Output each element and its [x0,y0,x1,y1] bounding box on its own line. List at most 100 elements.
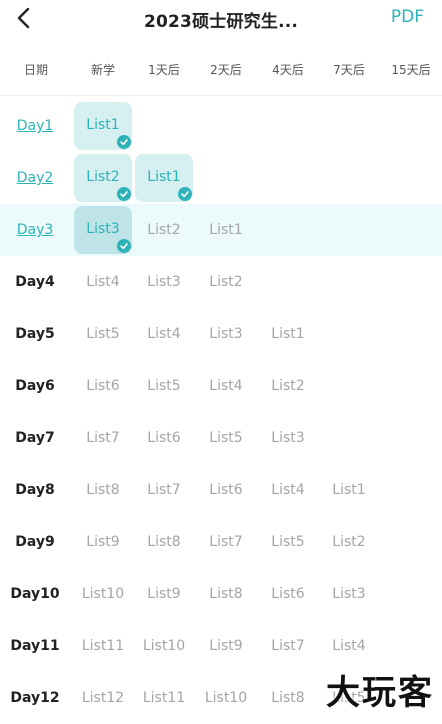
list-cell[interactable]: List12 [73,672,133,724]
list-cell[interactable]: List3 [73,204,133,256]
list-cell[interactable]: List5 [196,412,256,464]
list-label: List1 [209,222,243,238]
column-header-15days: 15天后 [391,63,431,77]
page-title: 2023硕士研究生... [143,12,299,32]
list-label: List8 [86,482,120,498]
list-label: List3 [271,430,305,446]
list-label: List5 [86,326,120,342]
list-label: List3 [86,221,120,237]
list-cell[interactable]: List8 [134,516,194,568]
list-cell[interactable]: List2 [196,256,256,308]
list-cell[interactable]: List9 [134,568,194,620]
day-label[interactable]: Day2 [8,152,62,204]
top-bar: 2023硕士研究生... PDF [0,0,442,36]
list-cell[interactable]: List11 [134,672,194,724]
table-row: Day2 List2 List1 [0,152,442,204]
day-label: Day4 [15,274,55,290]
list-cell[interactable]: List10 [73,568,133,620]
list-cell[interactable]: List3 [258,412,318,464]
list-label: List7 [209,534,243,550]
list-cell[interactable]: List3 [319,568,379,620]
table-row: Day9 List9 List8 List7 List5 List2 [0,516,442,568]
list-label: List6 [147,430,181,446]
list-label: List6 [86,378,120,394]
day-label: Day5 [15,326,55,342]
list-label: List4 [147,326,181,342]
list-label: List7 [86,430,120,446]
list-cell[interactable]: List9 [73,516,133,568]
table-row: Day5 List5 List4 List3 List1 [0,308,442,360]
column-header-1day: 1天后 [148,63,180,77]
list-cell[interactable]: List1 [258,308,318,360]
check-icon [178,187,192,201]
list-cell[interactable]: List6 [134,412,194,464]
list-cell[interactable]: List7 [73,412,133,464]
list-label: List11 [142,690,186,706]
list-label: List4 [86,274,120,290]
list-label: List6 [209,482,243,498]
list-label: List2 [332,534,366,550]
list-cell[interactable]: List1 [73,100,133,152]
list-cell[interactable]: List8 [258,672,318,724]
check-icon [117,239,131,253]
list-label: List4 [271,482,305,498]
day-label[interactable]: Day1 [8,100,62,152]
column-header-date: 日期 [23,63,48,77]
list-cell[interactable]: List4 [258,464,318,516]
list-cell[interactable]: List6 [196,464,256,516]
list-cell[interactable]: List7 [258,620,318,672]
table-row: Day3 List3 List2 List1 [0,204,442,256]
list-label: List1 [86,117,120,133]
list-cell[interactable]: List3 [134,256,194,308]
column-header-4days: 4天后 [272,63,304,77]
list-label: List4 [209,378,243,394]
list-label: List7 [271,638,305,654]
day-label[interactable]: Day3 [8,204,62,256]
list-cell[interactable]: List5 [134,360,194,412]
list-cell[interactable]: List9 [196,620,256,672]
table-row: Day10 List10 List9 List8 List6 List3 [0,568,442,620]
list-cell[interactable]: List2 [73,152,133,204]
list-cell[interactable]: List8 [73,464,133,516]
list-label: List2 [147,222,181,238]
check-icon [117,135,131,149]
list-cell[interactable]: List1 [196,204,256,256]
list-cell[interactable]: List2 [319,516,379,568]
pdf-button[interactable]: PDF [391,7,424,27]
list-cell[interactable]: List7 [196,516,256,568]
list-cell[interactable]: List6 [258,568,318,620]
table-row: Day6 List6 List5 List4 List2 [0,360,442,412]
list-cell[interactable]: List2 [134,204,194,256]
list-cell[interactable]: List6 [73,360,133,412]
list-cell[interactable]: List2 [258,360,318,412]
day-label: Day6 [15,378,55,394]
list-label: List8 [209,586,243,602]
list-label: List8 [147,534,181,550]
day-label: Day7 [15,430,55,446]
list-cell[interactable]: List4 [134,308,194,360]
list-cell[interactable]: List4 [196,360,256,412]
list-label: List6 [271,586,305,602]
list-label: List5 [147,378,181,394]
list-cell[interactable]: List10 [196,672,256,724]
table-row: Day4 List4 List3 List2 [0,256,442,308]
list-cell[interactable]: List5 [73,308,133,360]
list-cell[interactable]: List7 [134,464,194,516]
list-cell[interactable]: List4 [73,256,133,308]
list-label: List12 [81,690,125,706]
list-label: List9 [147,586,181,602]
list-cell[interactable]: List1 [134,152,194,204]
list-label: List7 [147,482,181,498]
list-label: List11 [81,638,125,654]
list-cell[interactable]: List11 [73,620,133,672]
list-cell[interactable]: List8 [196,568,256,620]
list-cell[interactable]: List5 [258,516,318,568]
list-label: List10 [142,638,186,654]
list-label: List2 [271,378,305,394]
list-cell[interactable]: List1 [319,464,379,516]
list-cell[interactable]: List3 [196,308,256,360]
table-row: Day7 List7 List6 List5 List3 [0,412,442,464]
list-cell[interactable]: List10 [134,620,194,672]
header-divider [0,95,442,96]
list-label: List5 [209,430,243,446]
